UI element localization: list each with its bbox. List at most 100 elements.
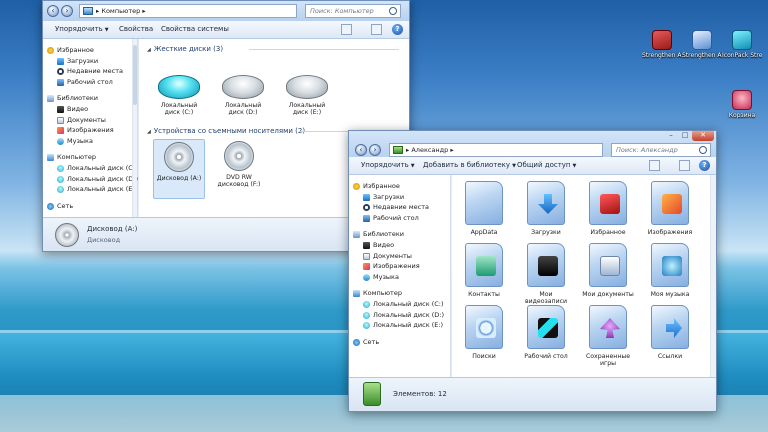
folder-item[interactable]: AppData — [456, 181, 512, 236]
back-button[interactable]: ‹ — [47, 5, 59, 17]
address-bar[interactable]: ▸ Александр ▸ — [389, 143, 603, 157]
nav-scrollbar[interactable] — [132, 39, 137, 217]
folder-item[interactable]: Контакты — [456, 243, 512, 298]
drive-floppy-a[interactable]: Дисковод (A:) — [153, 139, 205, 199]
share-button[interactable]: Общий доступ ▼ — [517, 161, 576, 169]
nav-label: Недавние места — [373, 203, 429, 212]
nav-downloads[interactable]: Загрузки — [43, 56, 137, 67]
nav-documents[interactable]: Документы — [43, 115, 137, 126]
drive-d[interactable]: Локальный диск (D:) — [217, 75, 269, 116]
group-removable[interactable]: ◢ Устройства со съемными носителями (2) — [147, 127, 305, 135]
address-bar[interactable]: ▸ Компьютер ▸ — [79, 4, 297, 18]
view-options-icon[interactable] — [341, 24, 352, 35]
address-crumb-text: Компьютер — [101, 7, 141, 15]
folder-label: Рабочий стол — [524, 353, 568, 360]
details-name: Дисковод (A:) — [87, 225, 138, 233]
drive-dvd-f[interactable]: DVD RW дисковод (F:) — [213, 141, 265, 188]
desktop-icon-strengthen-2[interactable]: Strengthen AERO SX... — [682, 30, 722, 59]
folder-label: Ссылки — [657, 353, 683, 360]
group-divider — [249, 49, 399, 50]
folder-item[interactable]: Избранное — [580, 181, 636, 236]
system-properties-button[interactable]: Свойства системы — [161, 25, 229, 33]
desktop-icon-recycle-bin[interactable]: Корзина — [722, 90, 762, 119]
nav-documents[interactable]: Документы — [349, 251, 450, 262]
view-options-icon[interactable] — [649, 160, 660, 171]
search-input[interactable]: Поиск: Александр — [611, 143, 711, 157]
nav-favorites[interactable]: Избранное — [43, 45, 137, 56]
nav-images[interactable]: Изображения — [349, 261, 450, 272]
desktop-icon — [363, 214, 370, 222]
search-icon — [389, 7, 397, 15]
search-input[interactable]: Поиск: Компьютер — [305, 4, 401, 18]
hard-disk-icon — [222, 75, 264, 99]
folder-item[interactable]: Мои документы — [580, 243, 636, 298]
nav-scroll-thumb[interactable] — [133, 45, 137, 105]
nav-disk-e[interactable]: Локальный диск (E:) — [43, 184, 137, 195]
computer-icon — [353, 290, 360, 298]
address-crumb[interactable]: ▸ Александр ▸ — [406, 146, 454, 154]
nav-computer[interactable]: Компьютер — [349, 288, 450, 299]
folder-label: Контакты — [468, 291, 500, 298]
address-crumb[interactable]: ▸ Компьютер ▸ — [96, 7, 146, 15]
maximize-button[interactable]: □ — [678, 131, 692, 141]
organize-button[interactable]: Упорядочить ▼ — [55, 25, 109, 33]
nav-network[interactable]: Сеть — [349, 337, 450, 348]
nav-disk-d[interactable]: Локальный диск (D:) — [349, 310, 450, 321]
nav-images[interactable]: Изображения — [43, 125, 137, 136]
nav-downloads[interactable]: Загрузки — [349, 192, 450, 203]
group-hard-drives[interactable]: ◢ Жесткие диски (3) — [147, 45, 223, 53]
properties-button[interactable]: Свойства — [119, 25, 153, 33]
folder-item[interactable]: Рабочий стол — [518, 305, 574, 360]
folder-item[interactable]: Загрузки — [518, 181, 574, 236]
desktop-icon-strengthen-1[interactable]: Strengthen AERO SX... — [642, 30, 682, 59]
folder-icon — [651, 243, 689, 287]
folder-icon — [465, 243, 503, 287]
drive-c[interactable]: Локальный диск (C:) — [153, 75, 205, 116]
nav-network[interactable]: Сеть — [43, 201, 137, 212]
minimize-button[interactable]: – — [664, 131, 678, 141]
nav-libraries[interactable]: Библиотеки — [349, 229, 450, 240]
forward-button[interactable]: › — [369, 144, 381, 156]
address-crumb-text: Александр — [411, 146, 449, 154]
nav-label: Документы — [67, 115, 106, 124]
network-icon — [47, 202, 54, 210]
help-icon[interactable]: ? — [392, 24, 403, 35]
nav-favorites[interactable]: Избранное — [349, 181, 450, 192]
add-to-library-button[interactable]: Добавить в библиотеку ▼ — [423, 161, 516, 169]
forward-button[interactable]: › — [61, 5, 73, 17]
nav-disk-e[interactable]: Локальный диск (E:) — [349, 320, 450, 331]
folder-item[interactable]: Сохраненные игры — [580, 305, 636, 367]
nav-computer[interactable]: Компьютер — [43, 152, 137, 163]
organize-button[interactable]: Упорядочить ▼ — [361, 161, 415, 169]
folder-item[interactable]: Изображения — [642, 181, 698, 236]
nav-label: Рабочий стол — [373, 213, 419, 222]
nav-disk-d[interactable]: Локальный диск (D:) — [43, 174, 138, 185]
folder-label: Избранное — [590, 229, 626, 236]
nav-desktop[interactable]: Рабочий стол — [43, 77, 137, 88]
help-icon[interactable]: ? — [699, 160, 710, 171]
collapse-triangle-icon: ◢ — [147, 129, 151, 135]
close-button[interactable]: ✕ — [692, 131, 714, 141]
drive-e[interactable]: Локальный диск (E:) — [281, 75, 333, 116]
nav-disk-c[interactable]: Локальный диск (C:) — [43, 163, 138, 174]
nav-desktop[interactable]: Рабочий стол — [349, 213, 450, 224]
folder-item[interactable]: Поиски — [456, 305, 512, 360]
nav-recent[interactable]: Недавние места — [43, 66, 137, 77]
content-scrollbar[interactable] — [710, 175, 716, 377]
folder-item[interactable]: Моя музыка — [642, 243, 698, 298]
folder-item[interactable]: Ссылки — [642, 305, 698, 360]
nav-disk-c[interactable]: Локальный диск (C:) — [349, 299, 450, 310]
nav-video[interactable]: Видео — [43, 104, 137, 115]
nav-video[interactable]: Видео — [349, 240, 450, 251]
network-icon — [353, 338, 360, 346]
nav-libraries[interactable]: Библиотеки — [43, 93, 137, 104]
folder-item[interactable]: Мои видеозаписи — [518, 243, 574, 305]
desktop-icon-iconpack[interactable]: IconPack Strength... — [722, 30, 762, 59]
nav-music[interactable]: Музыка — [349, 272, 450, 283]
nav-recent[interactable]: Недавние места — [349, 202, 450, 213]
chevron-down-icon: ▼ — [104, 27, 109, 33]
preview-pane-icon[interactable] — [679, 160, 690, 171]
nav-music[interactable]: Музыка — [43, 136, 137, 147]
back-button[interactable]: ‹ — [355, 144, 367, 156]
preview-pane-icon[interactable] — [371, 24, 382, 35]
